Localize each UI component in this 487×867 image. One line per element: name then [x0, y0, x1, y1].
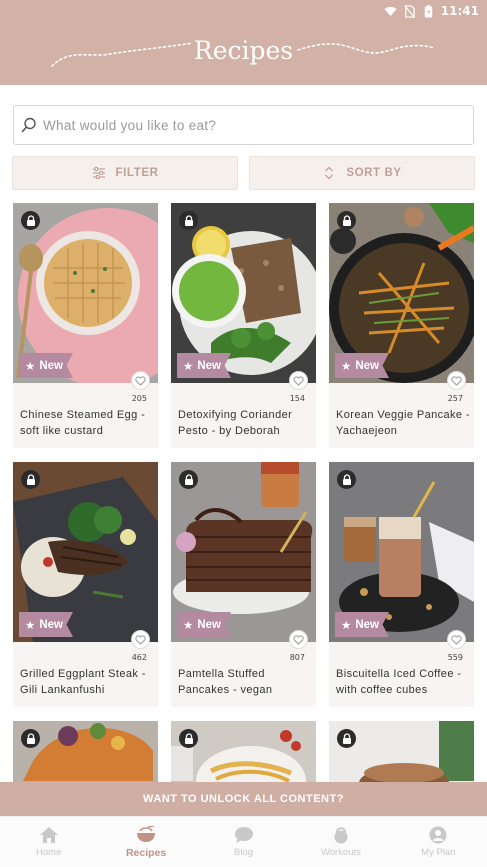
search-input[interactable]: [43, 117, 473, 133]
home-icon: [39, 827, 58, 843]
nav-recipes[interactable]: Recipes: [97, 817, 194, 867]
new-badge: ★ New: [335, 612, 389, 637]
new-badge: ★ New: [177, 353, 231, 378]
recipe-name: Pamtella Stuffed Pancakes - vegan: [178, 668, 273, 696]
lock-icon: [21, 729, 40, 748]
search-icon: [21, 117, 36, 133]
status-time: 11:41: [440, 4, 479, 18]
nav-blog-label: Blog: [234, 847, 254, 858]
page-title: Recipes: [193, 36, 294, 65]
heart-icon: [293, 634, 304, 645]
likes-count: 559: [447, 653, 463, 662]
recipe-card[interactable]: ★ New 559 Biscuitella Iced Coffee - with…: [329, 462, 474, 707]
nav-my-plan-label: My Plan: [421, 847, 456, 858]
person-icon: [429, 826, 447, 844]
sort-button[interactable]: SORT BY: [249, 156, 475, 190]
favorite-button[interactable]: [289, 630, 308, 649]
heart-icon: [135, 375, 146, 386]
recipe-name: Chinese Steamed Egg - soft like custard: [20, 409, 146, 437]
nav-home[interactable]: Home: [0, 817, 97, 867]
heart-icon: [135, 634, 146, 645]
star-icon: ★: [183, 360, 194, 373]
star-icon: ★: [341, 619, 352, 632]
star-icon: ★: [183, 619, 194, 632]
search-bar[interactable]: [13, 105, 474, 145]
favorite-button[interactable]: [447, 371, 466, 390]
recipe-card[interactable]: [171, 721, 316, 782]
favorite-button[interactable]: [131, 371, 150, 390]
chat-icon: [234, 827, 253, 843]
nav-my-plan[interactable]: My Plan: [390, 817, 487, 867]
badge-label: New: [39, 359, 63, 372]
new-badge: ★ New: [177, 612, 231, 637]
likes-count: 807: [289, 653, 305, 662]
recipe-card[interactable]: ★ New 257 Korean Veggie Pancake - Yachae…: [329, 203, 474, 448]
badge-label: New: [197, 359, 221, 372]
wifi-icon: [384, 6, 397, 16]
status-bar: 11:41: [384, 2, 479, 20]
app-header: 11:41 Recipes: [0, 0, 487, 85]
nav-recipes-label: Recipes: [125, 846, 167, 859]
lock-icon: [21, 470, 40, 489]
star-icon: ★: [25, 619, 36, 632]
nav-blog[interactable]: Blog: [195, 817, 292, 867]
unlock-content-banner[interactable]: WANT TO UNLOCK ALL CONTENT?: [0, 782, 487, 816]
bottom-navigation: Home Recipes Blog Workouts My Plan: [0, 816, 487, 867]
lock-icon: [179, 729, 198, 748]
lock-icon: [179, 211, 198, 230]
recipe-card[interactable]: ★ New 205 Chinese Steamed Egg - soft lik…: [13, 203, 158, 448]
filter-label: FILTER: [115, 167, 159, 179]
new-badge: ★ New: [19, 612, 73, 637]
sort-label: SORT BY: [346, 167, 402, 179]
recipe-name: Korean Veggie Pancake - Yachaejeon: [336, 409, 470, 437]
kettlebell-icon: [334, 827, 348, 844]
badge-label: New: [355, 359, 379, 372]
recipe-card[interactable]: ★ New 462 Grilled Eggplant Steak - Gili …: [13, 462, 158, 707]
recipe-card[interactable]: ★ New 154 Detoxifying Coriander Pesto - …: [171, 203, 316, 448]
likes-count: 154: [289, 394, 305, 403]
unlock-banner-label: WANT TO UNLOCK ALL CONTENT?: [143, 793, 344, 805]
heart-icon: [451, 375, 462, 386]
likes-count: 462: [131, 653, 147, 662]
star-icon: ★: [25, 360, 36, 373]
lock-icon: [337, 470, 356, 489]
nav-workouts[interactable]: Workouts: [292, 817, 389, 867]
badge-label: New: [355, 618, 379, 631]
filter-button[interactable]: FILTER: [12, 156, 238, 190]
favorite-button[interactable]: [289, 371, 308, 390]
new-badge: ★ New: [19, 353, 73, 378]
recipe-card[interactable]: [13, 721, 158, 782]
recipe-name: Biscuitella Iced Coffee - with coffee cu…: [336, 668, 462, 696]
lock-icon: [21, 211, 40, 230]
recipe-card[interactable]: [329, 721, 474, 782]
star-icon: ★: [341, 360, 352, 373]
lock-icon: [337, 729, 356, 748]
favorite-button[interactable]: [131, 630, 150, 649]
likes-count: 257: [447, 394, 463, 403]
badge-label: New: [197, 618, 221, 631]
battery-icon: [424, 4, 433, 18]
sort-icon: [325, 166, 334, 180]
recipe-name: Grilled Eggplant Steak - Gili Lankanfush…: [20, 668, 146, 696]
recipe-name: Detoxifying Coriander Pesto - by Deborah: [178, 409, 293, 437]
lock-icon: [337, 211, 356, 230]
heart-icon: [293, 375, 304, 386]
sliders-icon: [92, 167, 105, 179]
badge-label: New: [39, 618, 63, 631]
lock-icon: [179, 470, 198, 489]
nav-workouts-label: Workouts: [320, 847, 361, 858]
bowl-icon: [137, 825, 156, 842]
nav-home-label: Home: [36, 847, 62, 858]
favorite-button[interactable]: [447, 630, 466, 649]
recipe-card[interactable]: ★ New 807 Pamtella Stuffed Pancakes - ve…: [171, 462, 316, 707]
no-sim-icon: [404, 4, 415, 18]
heart-icon: [451, 634, 462, 645]
new-badge: ★ New: [335, 353, 389, 378]
likes-count: 205: [131, 394, 147, 403]
